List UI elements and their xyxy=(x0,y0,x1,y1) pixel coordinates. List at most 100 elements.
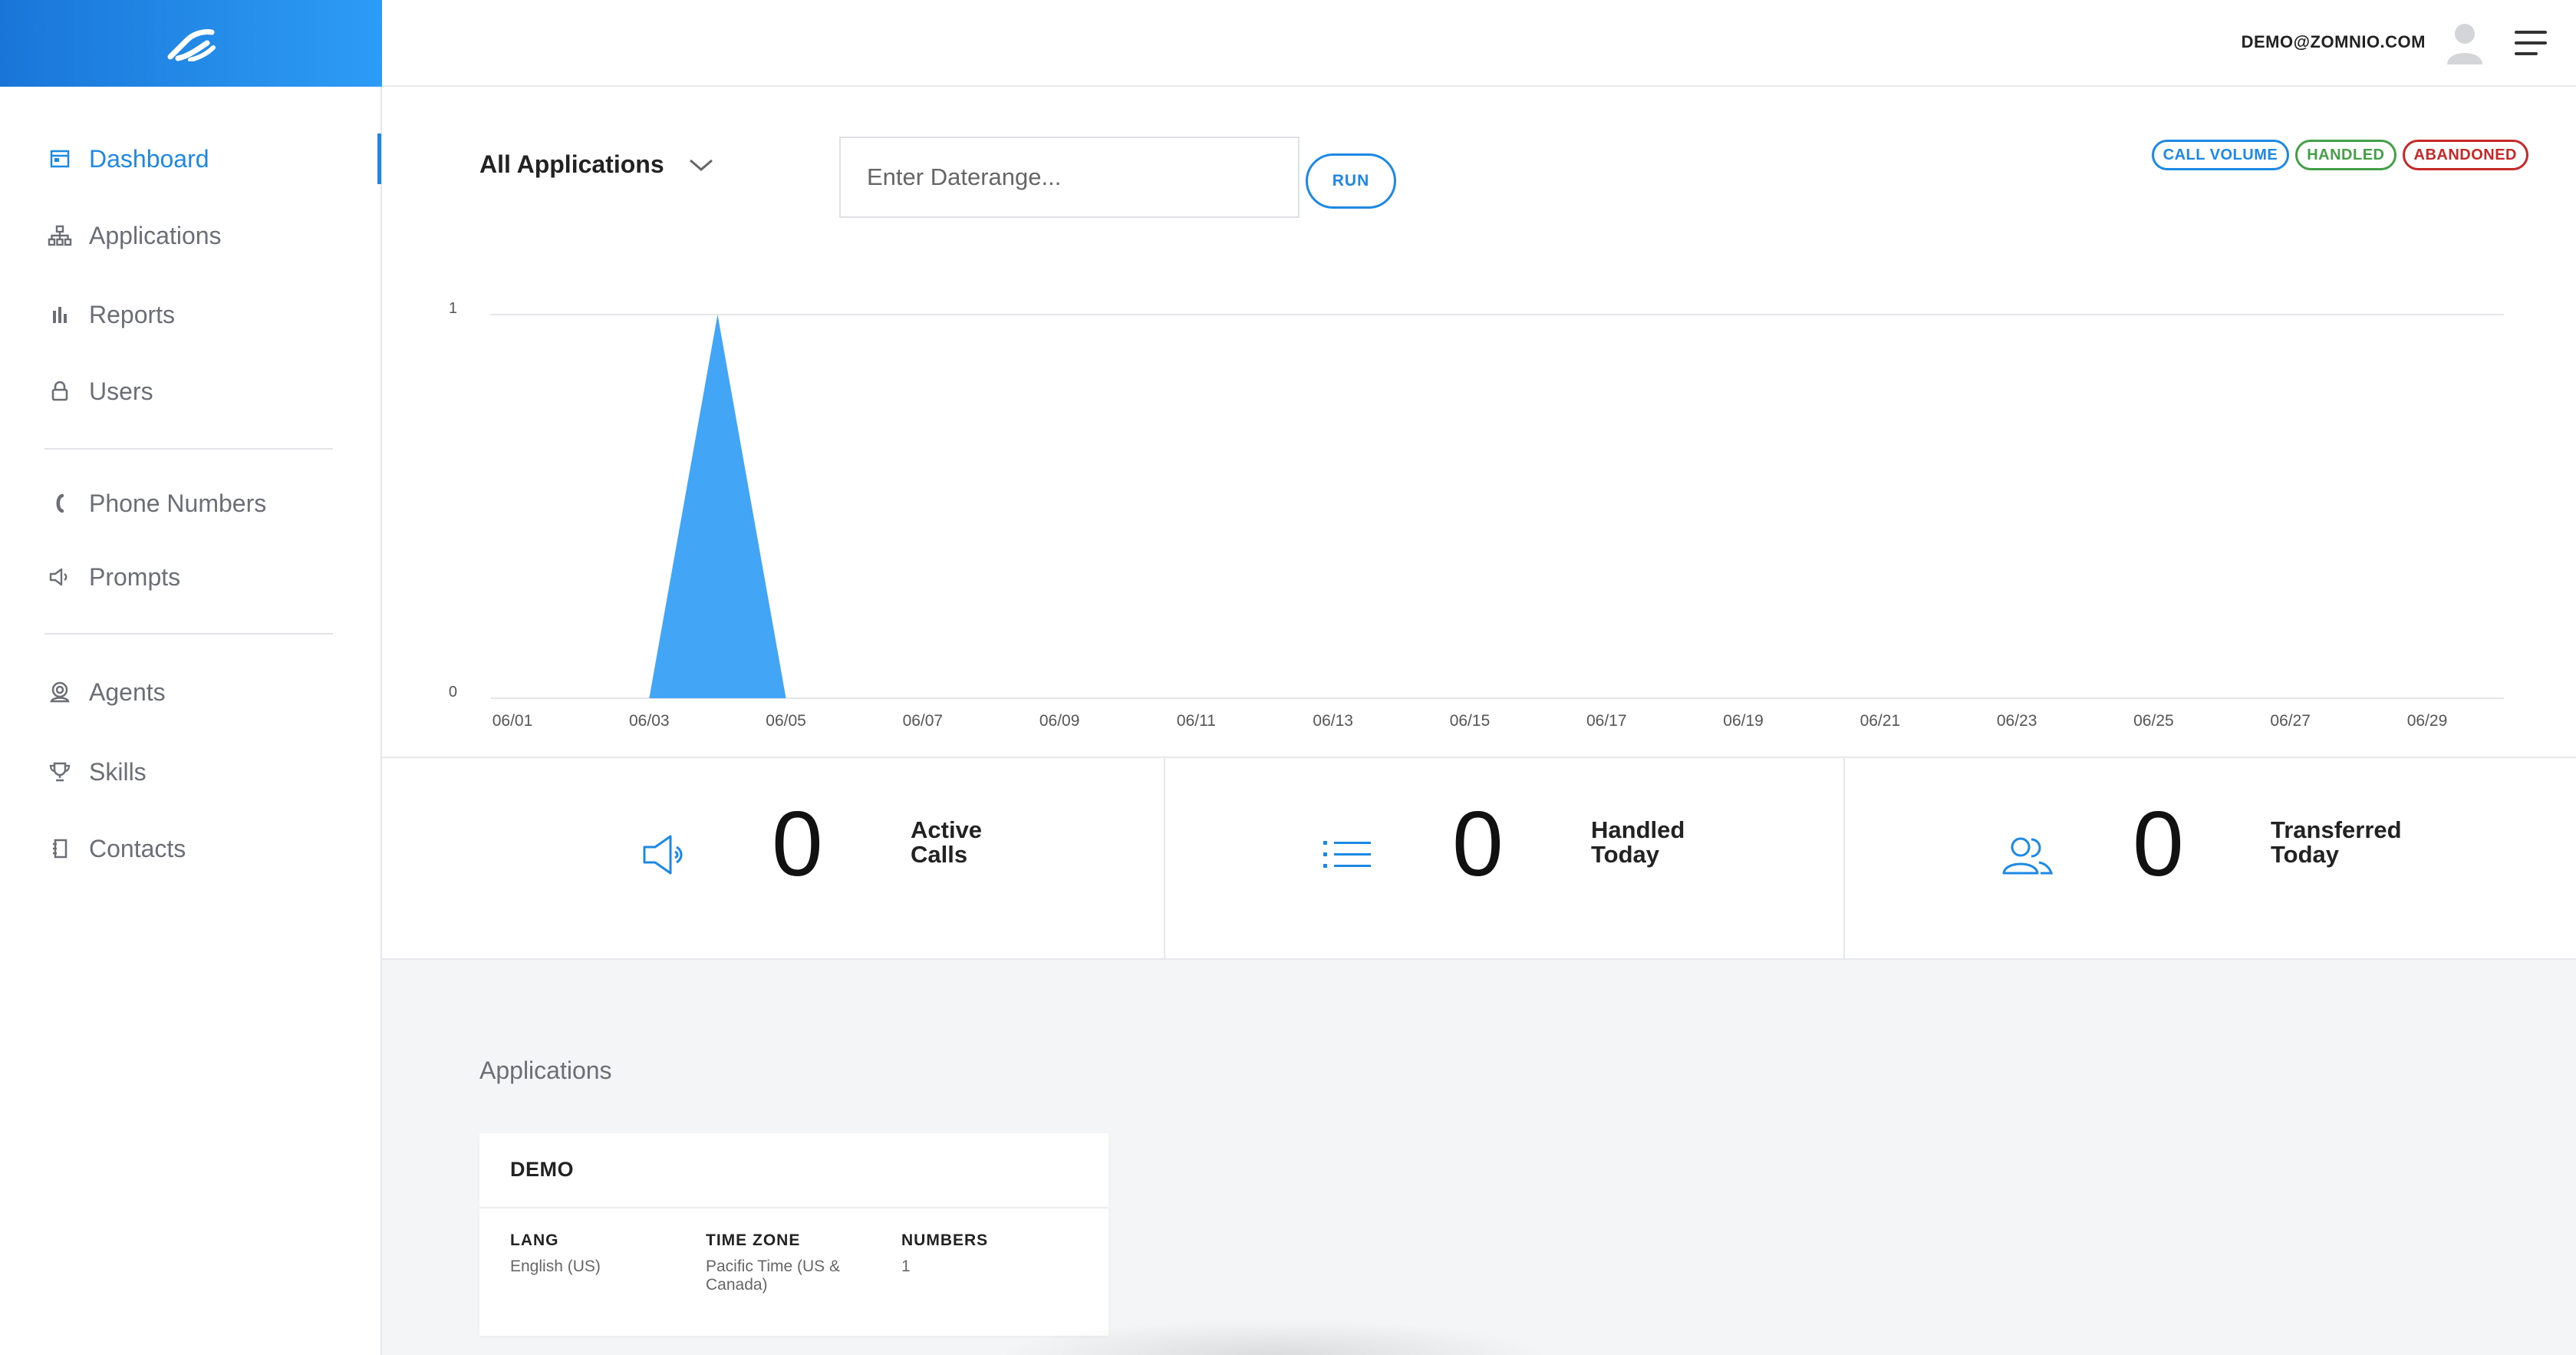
legend-abandoned[interactable]: ABANDONED xyxy=(2402,140,2528,170)
stat-label-line: Calls xyxy=(911,841,968,868)
users-icon xyxy=(2002,837,2054,875)
chevron-down-icon xyxy=(689,159,713,171)
x-tick-label: 06/29 xyxy=(2407,712,2448,730)
sidebar-item-users[interactable]: Users xyxy=(44,368,153,414)
address-book-icon xyxy=(44,833,75,864)
sidebar-item-label: Reports xyxy=(89,300,176,328)
chart-legend: CALL VOLUME HANDLED ABANDONED xyxy=(2151,140,2528,170)
x-tick-label: 06/03 xyxy=(629,712,670,730)
phone-icon xyxy=(44,488,75,519)
application-card[interactable]: DEMO LANG English (US) TIME ZONE Pacific… xyxy=(479,1133,1108,1336)
daterange-input[interactable] xyxy=(839,137,1300,218)
y-tick-label: 0 xyxy=(449,684,457,701)
sidebar-item-skills[interactable]: Skills xyxy=(44,749,147,795)
stat-value: 0 xyxy=(772,793,823,895)
nav-divider xyxy=(44,448,333,450)
call-volume-chart: 0 1 06/01 06/03 06/05 06/07 06/09 06/11 06/13 06/… xyxy=(382,253,2576,757)
bar-chart-icon xyxy=(44,299,75,330)
x-tick-label: 06/21 xyxy=(1860,712,1901,730)
card-divider xyxy=(479,1207,1108,1208)
top-header: DEMO@ZOMNIO.COM xyxy=(382,0,2576,87)
sidebar-item-agents[interactable]: Agents xyxy=(44,669,166,715)
x-tick-label: 06/17 xyxy=(1586,712,1627,730)
x-tick-label: 06/27 xyxy=(2270,712,2311,730)
sidebar-item-label: Skills xyxy=(89,757,147,786)
stat-label: Transferred Today xyxy=(2271,818,2424,867)
series-area xyxy=(512,315,2496,698)
trophy-icon xyxy=(44,757,75,787)
stat-value: 0 xyxy=(2133,793,2184,895)
zomnio-logo-icon xyxy=(167,28,216,61)
logo-bar[interactable] xyxy=(0,0,382,87)
section-heading: Applications xyxy=(479,1057,612,1084)
stats-row: 0 Active Calls 0 Handled Today 0 Transfe… xyxy=(382,757,2576,960)
field-value: 1 xyxy=(901,1258,911,1275)
avatar-icon[interactable] xyxy=(2446,21,2484,64)
legend-handled[interactable]: HANDLED xyxy=(2295,140,2396,170)
stat-label-line: Transferred xyxy=(2271,816,2402,843)
speaker-icon xyxy=(643,835,683,875)
field-label: NUMBERS xyxy=(901,1231,989,1249)
scroll-shadow xyxy=(997,1320,1550,1355)
x-tick-label: 06/19 xyxy=(1723,712,1764,730)
stat-active-calls: 0 Active Calls xyxy=(382,758,1164,958)
active-nav-marker xyxy=(377,134,381,184)
application-card-title[interactable]: DEMO xyxy=(510,1158,574,1182)
legend-call-volume[interactable]: CALL VOLUME xyxy=(2151,140,2290,170)
stat-transferred-today: 0 Transferred Today xyxy=(1845,758,2576,958)
sidebar-item-applications[interactable]: Applications xyxy=(44,213,222,259)
sidebar-item-reports[interactable]: Reports xyxy=(44,292,175,338)
sidebar-item-label: Prompts xyxy=(89,562,181,591)
sidebar-item-phone-numbers[interactable]: Phone Numbers xyxy=(44,480,266,526)
sidebar-item-prompts[interactable]: Prompts xyxy=(44,554,180,600)
field-label: TIME ZONE xyxy=(706,1231,801,1249)
app-field-numbers: NUMBERS 1 xyxy=(901,1231,1085,1276)
menu-icon[interactable] xyxy=(2515,31,2547,57)
x-tick-label: 06/25 xyxy=(2133,712,2174,730)
list-icon xyxy=(1323,841,1371,868)
application-select[interactable]: All Applications xyxy=(479,150,715,179)
sidebar-item-label: Applications xyxy=(89,221,222,249)
app-field-time-zone: TIME ZONE Pacific Time (US & Canada) xyxy=(706,1231,867,1294)
application-select-value: All Applications xyxy=(479,150,664,178)
x-tick-label: 06/05 xyxy=(766,712,806,730)
headset-icon xyxy=(44,677,75,707)
y-tick-label: 1 xyxy=(449,300,457,317)
stat-label: Active Calls xyxy=(911,818,1064,867)
stat-label-line: Today xyxy=(1591,841,1659,868)
x-tick-label: 06/11 xyxy=(1177,712,1216,730)
stat-label-line: Today xyxy=(2271,841,2339,868)
stat-value: 0 xyxy=(1452,793,1504,895)
field-value: English (US) xyxy=(510,1258,601,1275)
x-tick-label: 06/01 xyxy=(492,712,533,730)
speaker-icon xyxy=(44,562,75,592)
nav-divider xyxy=(44,633,333,635)
field-value: Pacific Time (US & Canada) xyxy=(706,1258,841,1294)
sidebar-item-label: Contacts xyxy=(89,834,186,862)
user-email[interactable]: DEMO@ZOMNIO.COM xyxy=(2242,32,2426,52)
stat-label-line: Active xyxy=(911,816,983,843)
chart-svg: 0 1 06/01 06/03 06/05 06/07 06/09 06/11 06/13 06/… xyxy=(449,300,2504,730)
sidebar-item-contacts[interactable]: Contacts xyxy=(44,826,186,872)
sidebar-item-label: Dashboard xyxy=(89,144,209,173)
stat-label-line: Handled xyxy=(1591,816,1685,843)
sidebar-item-dashboard[interactable]: Dashboard xyxy=(44,136,209,182)
x-tick-label: 06/09 xyxy=(1039,712,1080,730)
x-tick-label: 06/23 xyxy=(1997,712,2037,730)
stat-handled-today: 0 Handled Today xyxy=(1165,758,1845,958)
calendar-icon xyxy=(44,143,75,174)
run-button[interactable]: RUN xyxy=(1306,153,1396,209)
sidebar: Dashboard Applications Reports Users Pho… xyxy=(0,87,382,1355)
sitemap-icon xyxy=(44,220,75,251)
sidebar-item-label: Agents xyxy=(89,678,166,706)
field-label: LANG xyxy=(510,1231,559,1249)
sidebar-item-label: Users xyxy=(89,377,153,405)
applications-section: Applications DEMO LANG English (US) TIME… xyxy=(382,960,2576,1355)
app-field-lang: LANG English (US) xyxy=(510,1231,694,1276)
x-tick-label: 06/07 xyxy=(903,712,944,730)
sidebar-item-label: Phone Numbers xyxy=(89,489,267,517)
lock-icon xyxy=(44,376,75,407)
stat-label: Handled Today xyxy=(1591,818,1744,867)
x-tick-label: 06/13 xyxy=(1313,712,1353,730)
x-tick-label: 06/15 xyxy=(1450,712,1491,730)
